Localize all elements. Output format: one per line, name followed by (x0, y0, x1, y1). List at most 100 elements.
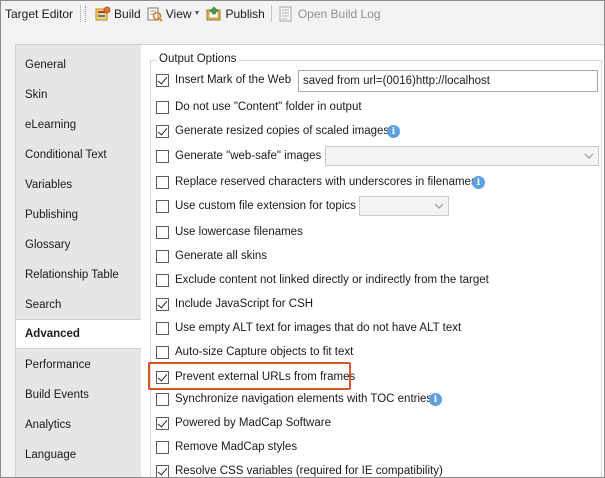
sidebar-item-analytics[interactable]: Analytics (16, 410, 141, 440)
sidebar-item-skin[interactable]: Skin (16, 80, 141, 110)
option-label: Do not use "Content" folder in output (175, 101, 362, 113)
option-label: Use custom file extension for topics (175, 200, 356, 212)
sidebar-item-label: Publishing (25, 209, 79, 221)
sidebar-item-build-events[interactable]: Build Events (16, 380, 141, 410)
toolbar-separator (270, 5, 272, 22)
checkbox[interactable] (156, 273, 169, 287)
option-label: Generate "web-safe" images (175, 150, 322, 162)
toolbar: Target Editor Build View ▼ Publish Open … (1, 1, 604, 26)
view-button[interactable]: View ▼ (144, 3, 204, 24)
sidebar-item-relationship-table[interactable]: Relationship Table (16, 260, 141, 290)
option-auto-size-capture[interactable]: Auto-size Capture objects to fit text (156, 342, 353, 362)
web-safe-format-dropdown[interactable] (325, 146, 599, 166)
open-build-log-button[interactable]: Open Build Log (275, 3, 384, 24)
editor-title: Target Editor (5, 6, 74, 21)
checkbox[interactable] (156, 249, 169, 263)
option-label: Remove MadCap styles (175, 441, 298, 453)
sidebar-item-label: Performance (25, 359, 91, 371)
option-label: Replace reserved characters with undersc… (175, 176, 477, 188)
option-label: Auto-size Capture objects to fit text (175, 346, 354, 358)
mark-of-web-input[interactable] (298, 70, 598, 92)
checkbox[interactable] (156, 199, 169, 213)
option-resized-images[interactable]: Generate resized copies of scaled images (156, 121, 389, 141)
sidebar-item-elearning[interactable]: eLearning (16, 110, 141, 140)
open-build-log-label: Open Build Log (297, 6, 381, 21)
toolbar-grip[interactable] (85, 5, 88, 22)
checkbox[interactable] (156, 175, 169, 189)
info-icon[interactable]: i (387, 125, 400, 138)
sidebar-item-conditional-text[interactable]: Conditional Text (16, 140, 141, 170)
toolbar-separator (80, 5, 82, 22)
sidebar-item-label: Search (25, 299, 62, 311)
option-empty-alt-text[interactable]: Use empty ALT text for images that do no… (156, 318, 461, 338)
group-title: Output Options (157, 53, 239, 65)
build-icon (95, 6, 111, 22)
option-label: Generate all skins (175, 250, 268, 262)
option-label: Synchronize navigation elements with TOC… (175, 393, 433, 405)
build-button[interactable]: Build (92, 3, 144, 24)
chevron-down-icon[interactable]: ▼ (194, 10, 201, 17)
option-exclude-unlinked-content[interactable]: Exclude content not linked directly or i… (156, 270, 489, 290)
chevron-down-icon (584, 153, 594, 159)
option-label: Use empty ALT text for images that do no… (175, 322, 462, 334)
target-editor-window: Target Editor Build View ▼ Publish Open … (0, 0, 605, 478)
option-label: Insert Mark of the Web (175, 74, 292, 86)
sidebar-item-label: Conditional Text (25, 149, 107, 161)
sidebar-item-label: Skin (25, 89, 48, 101)
info-icon[interactable]: i (429, 393, 442, 406)
option-no-content-folder[interactable]: Do not use "Content" folder in output (156, 97, 362, 117)
option-label: Resolve CSS variables (required for IE c… (175, 465, 443, 477)
checkbox[interactable] (156, 392, 169, 406)
file-extension-dropdown[interactable] (359, 196, 449, 216)
sidebar-item-publishing[interactable]: Publishing (16, 200, 141, 230)
option-include-javascript-csh[interactable]: Include JavaScript for CSH (156, 294, 313, 314)
sidebar-item-search[interactable]: Search (16, 290, 141, 320)
highlight-box (148, 362, 351, 390)
sidebar: General Skin eLearning Conditional Text … (15, 44, 142, 477)
option-resolve-css-variables[interactable]: Resolve CSS variables (required for IE c… (156, 461, 443, 477)
publish-button[interactable]: Publish (203, 3, 267, 24)
checkbox[interactable] (156, 440, 169, 454)
option-label: Exclude content not linked directly or i… (175, 274, 489, 286)
build-label: Build (114, 6, 141, 21)
checkbox[interactable] (156, 100, 169, 114)
checkbox[interactable] (156, 416, 169, 430)
checkbox[interactable] (156, 73, 169, 87)
sidebar-item-glossary[interactable]: Glossary (16, 230, 141, 260)
option-powered-by-madcap[interactable]: Powered by MadCap Software (156, 413, 331, 433)
checkbox[interactable] (156, 225, 169, 239)
option-label: Powered by MadCap Software (175, 417, 331, 429)
sidebar-item-label: Glossary (25, 239, 71, 251)
sidebar-item-language[interactable]: Language (16, 440, 141, 470)
sidebar-item-general[interactable]: General (16, 50, 141, 80)
view-label: View (165, 6, 192, 21)
sidebar-item-label: Analytics (25, 419, 72, 431)
option-synchronize-navigation[interactable]: Synchronize navigation elements with TOC… (156, 389, 432, 409)
option-label: Generate resized copies of scaled images (175, 125, 390, 137)
publish-icon (206, 6, 222, 22)
option-generate-all-skins[interactable]: Generate all skins (156, 246, 267, 266)
checkbox[interactable] (156, 464, 169, 477)
sidebar-item-label: eLearning (25, 119, 77, 131)
checkbox[interactable] (156, 149, 169, 163)
option-replace-reserved-chars[interactable]: Replace reserved characters with undersc… (156, 172, 477, 192)
sidebar-item-label: Build Events (25, 389, 89, 401)
sidebar-item-advanced[interactable]: Advanced (16, 319, 142, 349)
option-remove-madcap-styles[interactable]: Remove MadCap styles (156, 437, 297, 457)
sidebar-item-label: Language (25, 449, 77, 461)
checkbox[interactable] (156, 124, 169, 138)
option-custom-extension[interactable]: Use custom file extension for topics (156, 196, 356, 216)
checkbox[interactable] (156, 321, 169, 335)
option-insert-mark-of-web[interactable]: Insert Mark of the Web (156, 70, 291, 90)
chevron-down-icon (434, 203, 444, 209)
checkbox[interactable] (156, 297, 169, 311)
option-label: Use lowercase filenames (175, 226, 303, 238)
sidebar-item-performance[interactable]: Performance (16, 350, 141, 380)
option-web-safe-images[interactable]: Generate "web-safe" images (156, 146, 321, 166)
sidebar-item-variables[interactable]: Variables (16, 170, 141, 200)
sidebar-item-label: Variables (25, 179, 73, 191)
option-lowercase-filenames[interactable]: Use lowercase filenames (156, 222, 303, 242)
info-icon[interactable]: i (472, 176, 485, 189)
checkbox[interactable] (156, 345, 169, 359)
sidebar-item-label: General (25, 59, 66, 71)
